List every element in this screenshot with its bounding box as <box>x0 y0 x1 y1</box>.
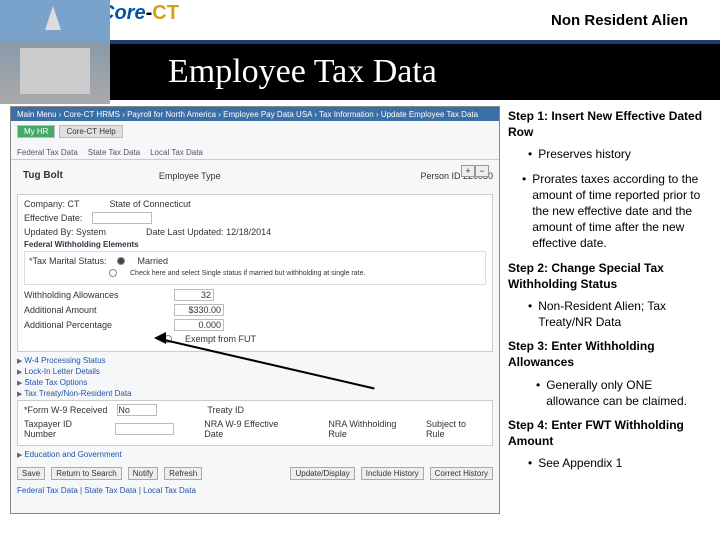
button-row: Save Return to Search Notify Refresh Upd… <box>11 461 499 486</box>
tab-core-help[interactable]: Core-CT Help <box>59 125 122 138</box>
refresh-button[interactable]: Refresh <box>164 467 202 480</box>
instructions-sidebar: Step 1: Insert New Effective Dated Row P… <box>504 100 720 536</box>
nra-basis-value: Subject to Rule <box>426 419 486 439</box>
logo-ct: CT <box>152 2 179 24</box>
emp-type-label: Employee Type <box>159 171 221 181</box>
step4-bullet1: See Appendix 1 <box>538 455 622 471</box>
eff-date-input[interactable] <box>92 212 152 224</box>
fwe-section-label: Federal Withholding Elements <box>24 240 486 249</box>
expand-edu-gov[interactable]: Education and Government <box>17 450 493 459</box>
expand-tax-treaty[interactable]: Tax Treaty/Non-Resident Data <box>17 389 493 398</box>
additional-pct-input[interactable]: 0.000 <box>174 319 224 331</box>
treaty-panel: *Form W-9 Received No Treaty ID Taxpayer… <box>17 400 493 446</box>
step2-title: Step 2: Change Special Tax Withholding S… <box>508 260 708 292</box>
withholding-allow-label: Withholding Allowances <box>24 290 164 300</box>
bottom-links[interactable]: Federal Tax Data | State Tax Data | Loca… <box>17 486 499 495</box>
remove-row-icon[interactable]: − <box>475 165 489 177</box>
expand-state-opts[interactable]: State Tax Options <box>17 378 493 387</box>
capitol-image <box>0 0 110 104</box>
app-screenshot: Main Menu › Core-CT HRMS › Payroll for N… <box>10 106 500 514</box>
step1-bullet1: Preserves history <box>538 146 631 162</box>
date-last-updated: Date Last Updated: 12/18/2014 <box>146 227 271 237</box>
nra-eff-label: NRA W-9 Effective Date <box>204 419 298 439</box>
callout-arrow-head <box>154 332 166 344</box>
tax-data-panel: Company: CT State of Connecticut Effectiv… <box>17 194 493 352</box>
eff-date-label: Effective Date: <box>24 213 82 223</box>
return-button[interactable]: Return to Search <box>51 467 121 480</box>
update-display-button[interactable]: Update/Display <box>290 467 354 480</box>
save-button[interactable]: Save <box>17 467 45 480</box>
taxpayer-id-input[interactable] <box>115 423 174 435</box>
additional-amount-input[interactable]: $330.00 <box>174 304 224 316</box>
correct-history-button[interactable]: Correct History <box>430 467 493 480</box>
include-history-button[interactable]: Include History <box>361 467 424 480</box>
treaty-id-label: Treaty ID <box>207 405 244 415</box>
subtabs: Federal Tax Data State Tax Data Local Ta… <box>11 146 499 160</box>
form-rec-label: *Form W-9 Received <box>24 405 107 415</box>
notify-button[interactable]: Notify <box>128 467 158 480</box>
additional-amount-label: Additional Amount <box>24 305 164 315</box>
logo: Core-CT <box>100 2 179 25</box>
company-label: Company: CT <box>24 199 80 209</box>
step2-bullet1: Non-Resident Alien; Tax Treaty/NR Data <box>538 298 708 330</box>
tab-my-hr[interactable]: My HR <box>17 125 55 138</box>
header-title: Non Resident Alien <box>551 12 688 29</box>
form-rec-select[interactable]: No <box>117 404 157 416</box>
taxpayer-id-label: Taxpayer ID Number <box>24 419 105 439</box>
step3-title: Step 3: Enter Withholding Allowances <box>508 338 708 370</box>
marital-radio-single[interactable] <box>109 269 117 277</box>
additional-pct-label: Additional Percentage <box>24 320 164 330</box>
breadcrumb: Main Menu › Core-CT HRMS › Payroll for N… <box>11 107 499 121</box>
step1-bullet2: Prorates taxes according to the amount o… <box>532 171 708 252</box>
expand-lockin[interactable]: Lock-In Letter Details <box>17 367 493 376</box>
step4-title: Step 4: Enter FWT Withholding Amount <box>508 417 708 449</box>
marital-radio-married[interactable] <box>117 257 125 265</box>
subtab-federal[interactable]: Federal Tax Data <box>17 148 78 157</box>
slide-title: Employee Tax Data <box>168 53 437 91</box>
withholding-allow-input[interactable]: 32 <box>174 289 214 301</box>
step1-title: Step 1: Insert New Effective Dated Row <box>508 108 708 140</box>
employee-name: Tug Bolt <box>17 164 69 187</box>
marital-status-label: *Tax Marital Status: <box>29 256 107 266</box>
subtab-local[interactable]: Local Tax Data <box>150 148 203 157</box>
updated-by: Updated By: System <box>24 227 106 237</box>
step3-bullet1: Generally only ONE allowance can be clai… <box>546 377 708 409</box>
subtab-state[interactable]: State Tax Data <box>88 148 140 157</box>
nra-basis-label: NRA Withholding Rule <box>328 419 416 439</box>
company-desc: State of Connecticut <box>110 199 191 209</box>
add-remove-row[interactable]: +− <box>461 165 489 177</box>
add-row-icon[interactable]: + <box>461 165 475 177</box>
